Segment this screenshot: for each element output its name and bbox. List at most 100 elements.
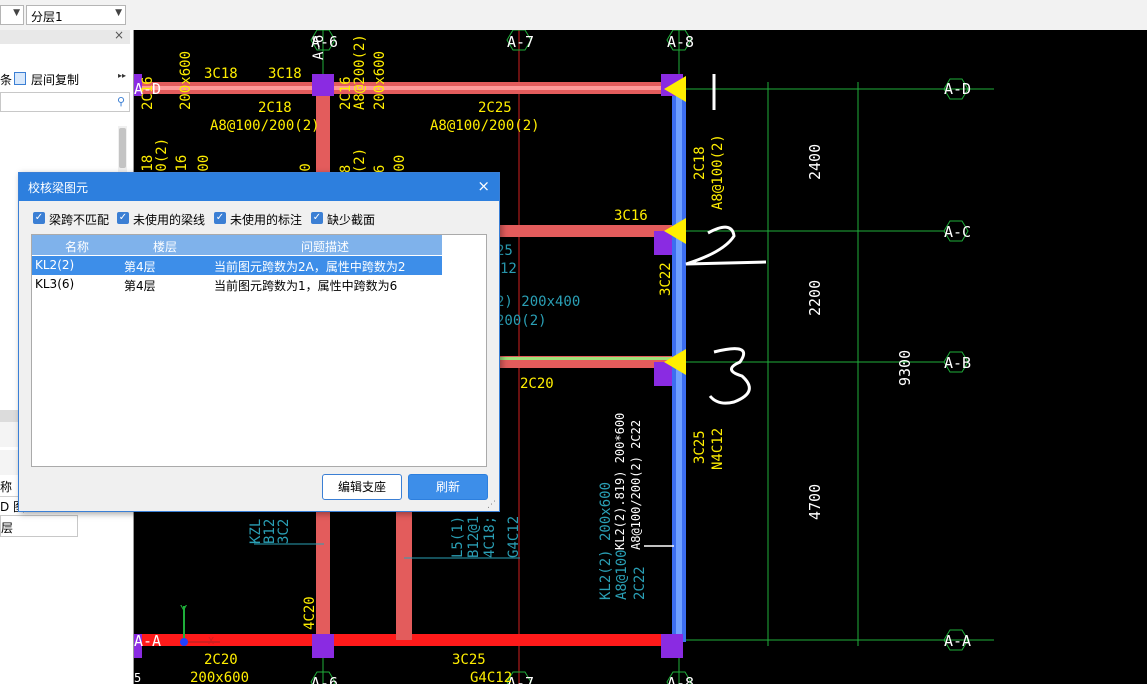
handwritten-mark	[685, 225, 767, 266]
stirrup-label: A8@100/200(2)	[210, 118, 320, 134]
chevron-down-icon: ▼	[13, 8, 20, 18]
column-header-name[interactable]: 名称	[65, 238, 89, 255]
rebar-label: 3C18	[268, 66, 302, 82]
dimension-text: 9300	[896, 350, 914, 386]
copy-icon	[14, 72, 26, 85]
beam-spec-label: KL2(2).819) 200*600	[613, 413, 627, 550]
prop-name-header: 称	[0, 480, 13, 494]
table-row[interactable]: KL2(2) 第4层 当前图元跨数为2A，属性中跨数为2	[32, 256, 442, 275]
column[interactable]	[654, 362, 672, 386]
checkbox-missing-section[interactable]: ✓ 缺少截面	[311, 211, 383, 227]
stirrup-label: A8@100/200(2)	[430, 118, 540, 134]
panel-header: ×	[0, 28, 130, 44]
cyan-label: 2C22	[632, 566, 648, 600]
checkbox-checked-icon[interactable]: ✓	[117, 212, 129, 224]
cell-name: KL3(6)	[35, 277, 75, 291]
check-beam-dialog: 校核梁图元 × ✓ 梁跨不匹配 ✓ 未使用的梁线 ✓ 未使用的标注 ✓ 缺少截面…	[18, 172, 500, 512]
checkbox-label: 未使用的标注	[230, 213, 303, 227]
dimension-text: 4700	[806, 484, 824, 520]
rebar-label: 3C16	[614, 208, 648, 224]
scrollbar-thumb[interactable]	[119, 128, 126, 168]
rebar-label: N4C12	[710, 428, 726, 470]
stirrup-label: A8@200(2)	[352, 34, 368, 110]
layer-combo[interactable]: 分层1 ▼	[26, 5, 126, 25]
partial-tool-label[interactable]: 条	[0, 71, 12, 88]
checkbox-unused-annotation[interactable]: ✓ 未使用的标注	[214, 211, 310, 227]
column[interactable]	[654, 231, 672, 255]
rebar-label: 3C25	[452, 652, 486, 668]
ucs-origin-icon	[180, 638, 188, 646]
cell-description: 当前图元跨数为1，属性中跨数为6	[214, 279, 398, 293]
floor-copy-button[interactable]: 层间复制	[31, 71, 79, 88]
axis-label-top: A-7	[507, 33, 534, 51]
resize-grip-icon[interactable]: ⋰	[487, 500, 496, 510]
close-icon[interactable]: ×	[477, 177, 490, 195]
axis-label-right: A-C	[944, 223, 971, 241]
cyan-label: 4C18;	[482, 516, 498, 558]
checkbox-label: 梁跨不匹配	[49, 213, 110, 227]
close-icon[interactable]: ×	[114, 28, 124, 42]
floor-type-combo[interactable]: ▼	[0, 5, 24, 25]
rebar-label: G4C12	[470, 670, 512, 684]
beam-spec-label: A8@100/200(2) 2C22	[629, 420, 643, 550]
refresh-button[interactable]: 刷新	[408, 474, 488, 500]
checkbox-span-mismatch[interactable]: ✓ 梁跨不匹配	[33, 211, 117, 227]
edit-support-button[interactable]: 编辑支座	[322, 474, 402, 500]
dialog-title-bar[interactable]: 校核梁图元 ×	[19, 173, 499, 201]
search-icon[interactable]: ⚲	[117, 95, 125, 108]
prop-value-field[interactable]: 层	[0, 515, 78, 537]
axis-label-bottom: A-8	[667, 674, 694, 684]
column-header-floor[interactable]: 楼层	[153, 238, 177, 255]
column-header-description[interactable]: 问题描述	[301, 238, 349, 255]
cell-floor: 第4层	[124, 279, 156, 293]
stirrup-label: A8@100(2)	[710, 134, 726, 210]
checkbox-checked-icon[interactable]: ✓	[33, 212, 45, 224]
dialog-title: 校核梁图元	[28, 181, 89, 195]
section-label: 200x600	[190, 670, 249, 684]
axis-label-right: A-D	[944, 80, 971, 98]
cyan-label: 3C2	[276, 519, 292, 544]
ucs-x-label: X	[208, 636, 214, 647]
table-row[interactable]: KL3(6) 第4层 当前图元跨数为1，属性中跨数为6	[32, 275, 442, 294]
cyan-label: 200(2)	[496, 313, 547, 329]
column[interactable]	[661, 634, 683, 658]
top-toolbar: ▼ 分层1 ▼	[0, 0, 1147, 31]
rebar-label: 2C16	[140, 76, 156, 110]
handwritten-mark	[708, 347, 751, 405]
column[interactable]	[312, 74, 334, 96]
cell-floor: 第4层	[124, 260, 156, 274]
layer-value: 分层1	[31, 10, 63, 24]
more-icon[interactable]: ▸▸	[118, 71, 126, 80]
rebar-label: 3C22	[658, 262, 674, 296]
checkbox-checked-icon[interactable]: ✓	[214, 212, 226, 224]
checkbox-checked-icon[interactable]: ✓	[311, 212, 323, 224]
panel-toolbar: 条 层间复制 ▸▸	[0, 68, 130, 88]
rebar-label: 2C25	[478, 100, 512, 116]
cyan-label: 12	[500, 261, 517, 277]
table-header: 名称 楼层 问题描述	[32, 235, 442, 255]
checkbox-label: 缺少截面	[327, 213, 376, 227]
panel-search-input[interactable]: ⚲	[0, 92, 130, 112]
column[interactable]	[312, 634, 334, 658]
axis-label-bottom: A-6	[311, 674, 338, 684]
dimension-text: 2400	[806, 144, 824, 180]
dimension-text: 2200	[806, 280, 824, 316]
beam-highlight	[494, 357, 674, 360]
cyan-label: 2) 200x400	[496, 294, 580, 310]
chevron-down-icon: ▼	[115, 8, 122, 18]
beam[interactable]	[396, 500, 412, 640]
cyan-label: A8@100	[614, 549, 630, 600]
rebar-label: 2C20	[520, 376, 554, 392]
cyan-label: L5(1)	[450, 516, 466, 558]
axis-label-right: A-B	[944, 354, 971, 372]
section-label: 200x600	[178, 51, 194, 110]
cell-description: 当前图元跨数为2A，属性中跨数为2	[214, 260, 406, 274]
cyan-label: G4C12	[506, 516, 522, 558]
axis-label-right: A-A	[944, 632, 971, 650]
cyan-label: B12@1	[466, 516, 482, 558]
rebar-label: 2C20	[204, 652, 238, 668]
axis-label-vertical: A-6	[311, 35, 327, 60]
beam[interactable]	[494, 225, 674, 237]
prop-value: 层	[1, 521, 14, 535]
checkbox-unused-beamline[interactable]: ✓ 未使用的梁线	[117, 211, 213, 227]
